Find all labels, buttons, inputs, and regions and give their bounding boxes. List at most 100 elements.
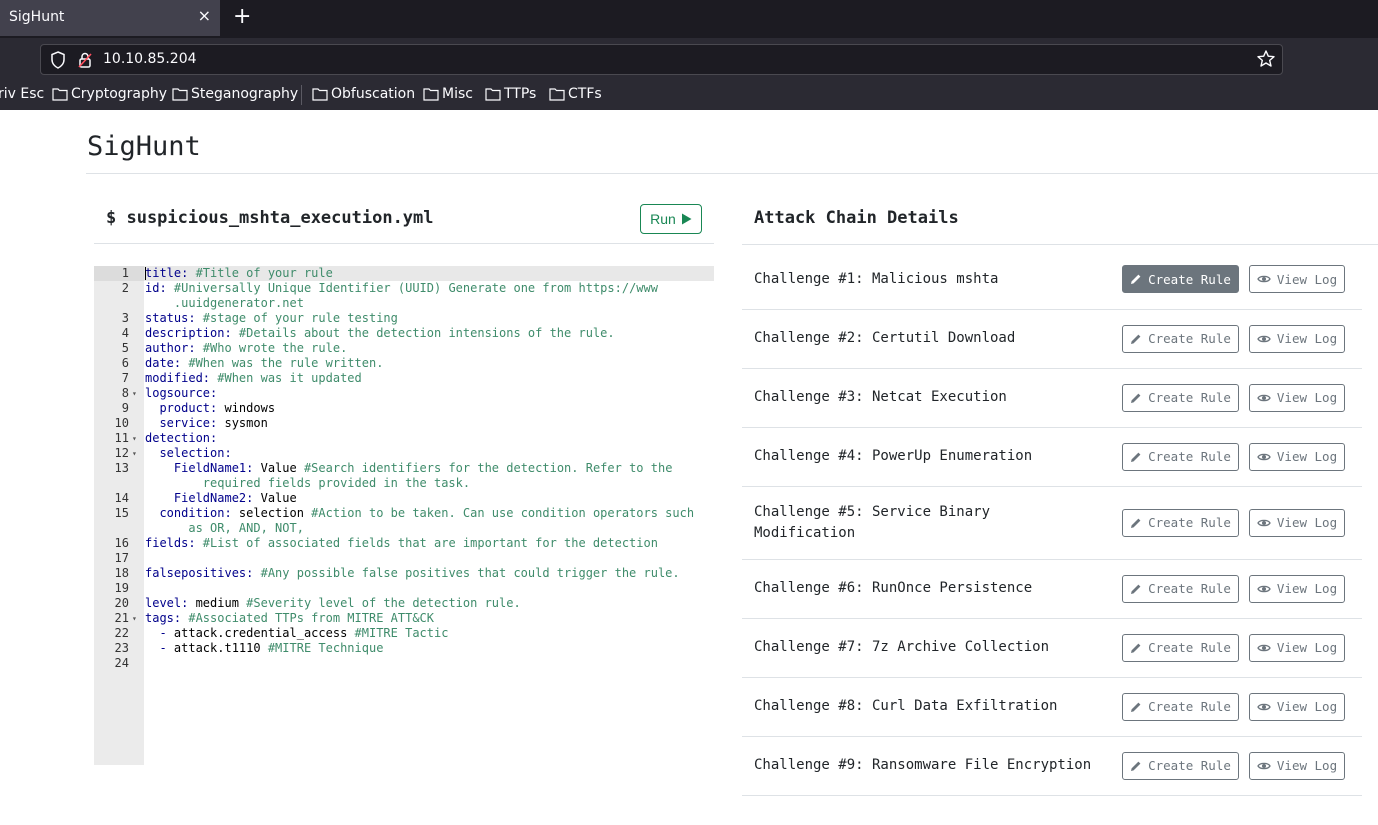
browser-tab[interactable]: SigHunt × bbox=[0, 0, 220, 36]
create-rule-button[interactable]: Create Rule bbox=[1122, 633, 1239, 662]
line-number: 19 bbox=[114, 581, 129, 595]
challenge-label: Challenge #3: Netcat Execution bbox=[754, 389, 1007, 405]
challenge-label: Challenge #6: RunOnce Persistence bbox=[754, 580, 1033, 596]
eye-icon bbox=[1257, 644, 1271, 651]
code-line: tags: #Associated TTPs from MITRE ATT&CK bbox=[145, 611, 434, 626]
create-rule-button[interactable]: Create Rule bbox=[1122, 692, 1239, 721]
tab-close-icon[interactable]: × bbox=[198, 6, 211, 25]
yaml-comment: #Who wrote the rule. bbox=[195, 341, 348, 355]
create-rule-button[interactable]: Create Rule bbox=[1122, 508, 1239, 537]
yaml-key: fields: bbox=[145, 536, 196, 550]
yaml-key: description: bbox=[145, 326, 232, 340]
create-rule-button[interactable]: Create Rule bbox=[1122, 383, 1239, 412]
tab-title: SigHunt bbox=[9, 9, 65, 25]
url-text[interactable]: 10.10.85.204 bbox=[103, 51, 197, 67]
view-log-button[interactable]: View Log bbox=[1249, 324, 1345, 353]
yaml-key: logsource: bbox=[145, 386, 218, 400]
yaml-comment: #Severity level of the detection rule. bbox=[238, 596, 521, 610]
eye-icon bbox=[1257, 335, 1271, 342]
challenge-label: Challenge #8: Curl Data Exfiltration bbox=[754, 698, 1058, 714]
view-log-button[interactable]: View Log bbox=[1249, 383, 1345, 412]
folder-icon bbox=[312, 88, 328, 101]
folder-icon bbox=[172, 88, 188, 101]
line-number: 7 bbox=[121, 371, 129, 385]
line-number: 5 bbox=[121, 341, 129, 355]
create-rule-button[interactable]: Create Rule bbox=[1122, 751, 1239, 780]
line-number: 21 bbox=[114, 611, 129, 625]
pencil-icon bbox=[1131, 702, 1141, 712]
bookmark-folder-obfuscation[interactable]: Obfuscation bbox=[312, 86, 415, 102]
folder-icon bbox=[52, 88, 68, 101]
bookmark-folder-ttps[interactable]: TTPs bbox=[485, 86, 536, 102]
line-number: 12 bbox=[114, 446, 129, 460]
new-tab-icon[interactable]: + bbox=[233, 4, 251, 29]
yaml-value: windows bbox=[217, 401, 276, 415]
create-rule-button[interactable]: Create Rule bbox=[1122, 442, 1239, 471]
challenge-label: Challenge #7: 7z Archive Collection bbox=[754, 639, 1050, 655]
challenge-row: Challenge #5: Service Binary Modificatio… bbox=[742, 487, 1362, 560]
yaml-value: Value bbox=[253, 461, 297, 475]
yaml-value: selection bbox=[231, 506, 304, 520]
view-log-button[interactable]: View Log bbox=[1249, 442, 1345, 471]
yaml-comment: required fields provided in the task. bbox=[145, 476, 471, 490]
pencil-icon bbox=[1131, 643, 1141, 653]
code-line: title: #Title of your rule bbox=[145, 266, 333, 281]
view-log-button[interactable]: View Log bbox=[1249, 692, 1345, 721]
create-rule-label: Create Rule bbox=[1148, 271, 1231, 287]
create-rule-button[interactable]: Create Rule bbox=[1122, 324, 1239, 353]
code-line: FieldName2: Value bbox=[145, 491, 297, 506]
view-log-button[interactable]: View Log bbox=[1249, 265, 1345, 293]
view-log-button[interactable]: View Log bbox=[1249, 574, 1345, 603]
view-log-button[interactable]: View Log bbox=[1249, 751, 1345, 780]
line-number: 14 bbox=[114, 491, 129, 505]
fold-toggle-icon[interactable]: ▾ bbox=[132, 386, 140, 401]
run-button[interactable]: Run bbox=[640, 204, 702, 234]
view-log-button[interactable]: View Log bbox=[1249, 633, 1345, 662]
yaml-comment: #When was it updated bbox=[210, 371, 362, 385]
bookmark-item[interactable]: riv Esc bbox=[0, 86, 44, 102]
yaml-key: product: bbox=[145, 401, 218, 415]
browser-tab-strip: SigHunt × + bbox=[0, 0, 1378, 38]
pencil-icon bbox=[1131, 334, 1141, 344]
line-number: 22 bbox=[114, 626, 129, 640]
bookmark-folder-cryptography[interactable]: Cryptography bbox=[52, 86, 167, 102]
create-rule-button[interactable]: Create Rule bbox=[1122, 574, 1239, 603]
bookmark-folder-ctfs[interactable]: CTFs bbox=[549, 86, 602, 102]
divider bbox=[86, 173, 1378, 174]
yaml-key: modified: bbox=[145, 371, 211, 385]
eye-icon bbox=[1257, 453, 1271, 460]
create-rule-label: Create Rule bbox=[1148, 699, 1231, 714]
bookmark-folder-steganography[interactable]: Steganography bbox=[172, 86, 298, 102]
bookmark-star-icon[interactable] bbox=[1256, 49, 1276, 69]
fold-toggle-icon[interactable]: ▾ bbox=[132, 446, 140, 461]
view-log-label: View Log bbox=[1276, 581, 1338, 596]
rule-filename: $ suspicious_mshta_execution.yml bbox=[106, 208, 434, 228]
create-rule-button[interactable]: Create Rule bbox=[1122, 265, 1239, 293]
view-log-label: View Log bbox=[1276, 758, 1338, 773]
fold-toggle-icon[interactable]: ▾ bbox=[132, 431, 140, 446]
pencil-icon bbox=[1131, 452, 1141, 462]
yaml-key: detection: bbox=[145, 431, 218, 445]
code-line: required fields provided in the task. bbox=[145, 476, 470, 491]
insecure-lock-icon[interactable] bbox=[77, 51, 93, 69]
code-line: date: #When was the rule written. bbox=[145, 356, 383, 371]
create-rule-label: Create Rule bbox=[1148, 581, 1231, 596]
address-bar[interactable]: 10.10.85.204 bbox=[40, 44, 1283, 75]
folder-icon bbox=[485, 88, 501, 101]
editor-header: $ suspicious_mshta_execution.yml Run bbox=[94, 194, 714, 244]
yaml-comment: #Universally Unique Identifier (UUID) Ge… bbox=[166, 281, 658, 295]
yaml-key: tags: bbox=[145, 611, 182, 625]
challenge-label: Challenge #4: PowerUp Enumeration bbox=[754, 448, 1033, 464]
yaml-comment: #Search identifiers for the detection. R… bbox=[296, 461, 673, 475]
code-line: description: #Details about the detectio… bbox=[145, 326, 615, 341]
view-log-button[interactable]: View Log bbox=[1249, 508, 1345, 537]
fold-toggle-icon[interactable]: ▾ bbox=[132, 611, 140, 626]
line-number: 16 bbox=[114, 536, 129, 550]
shield-icon[interactable] bbox=[50, 51, 66, 69]
code-line: author: #Who wrote the rule. bbox=[145, 341, 347, 356]
pencil-icon bbox=[1131, 518, 1141, 528]
challenge-row: Challenge #4: PowerUp Enumeration Create … bbox=[742, 428, 1362, 487]
code-editor[interactable]: 1 title: #Title of your rule 2 id: #Univers… bbox=[94, 266, 714, 765]
bookmark-folder-misc[interactable]: Misc bbox=[423, 86, 473, 102]
view-log-label: View Log bbox=[1276, 390, 1338, 405]
